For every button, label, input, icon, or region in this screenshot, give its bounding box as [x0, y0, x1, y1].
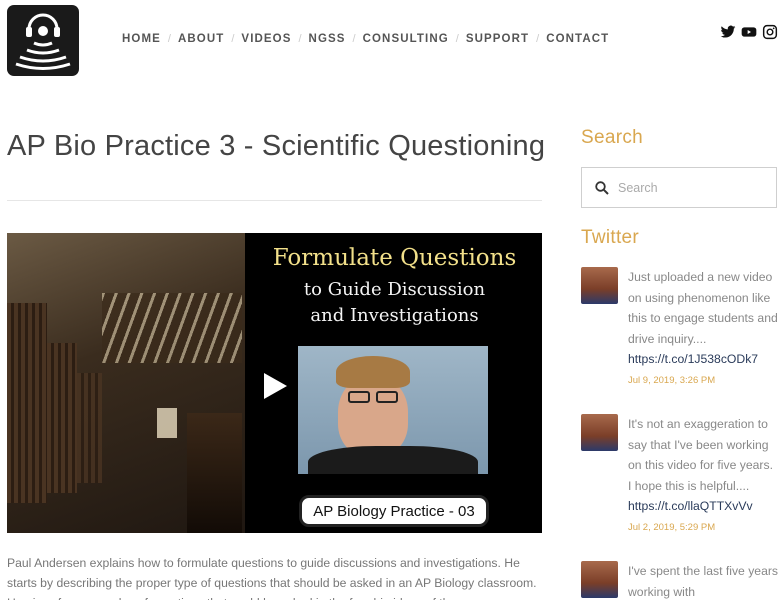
video-badge: AP Biology Practice - 03 — [299, 495, 489, 527]
tweet-text: Just uploaded a new video on using pheno… — [628, 270, 778, 346]
search-box — [581, 167, 777, 208]
video-heading-line-1: Formulate Questions — [272, 245, 517, 271]
avatar[interactable] — [581, 561, 618, 598]
nav-separator: / — [536, 33, 540, 45]
tweet-text: I've spent the last five years working w… — [628, 564, 778, 599]
tweet-link[interactable]: https://t.co/llaQTTXvVv — [628, 496, 778, 517]
twitter-icon[interactable] — [720, 24, 736, 40]
video-heading-line-2: to Guide Discussion — [303, 279, 486, 300]
nav-ngss[interactable]: NGSS — [309, 33, 346, 45]
site-logo[interactable] — [7, 5, 79, 76]
nav-support[interactable]: SUPPORT — [466, 33, 529, 45]
nav-separator: / — [167, 33, 171, 45]
nav-separator: / — [455, 33, 459, 45]
title-divider — [7, 200, 542, 201]
tweet-date[interactable]: Jul 2, 2019, 5:29 PM — [628, 517, 778, 539]
nav-consulting[interactable]: CONSULTING — [363, 33, 449, 45]
tweet-text: It's not an exaggeration to say that I'v… — [628, 417, 773, 493]
tweet-body: Just uploaded a new video on using pheno… — [628, 267, 778, 392]
nav-separator: / — [231, 33, 235, 45]
nav-separator: / — [352, 33, 356, 45]
search-input[interactable] — [618, 180, 768, 195]
avatar[interactable] — [581, 267, 618, 304]
avatar[interactable] — [581, 414, 618, 451]
tweet-body: I've spent the last five years working w… — [628, 561, 778, 600]
headphones-logo-icon — [15, 13, 71, 70]
video-heading-line-3: and Investigations — [310, 305, 479, 326]
youtube-icon[interactable] — [741, 24, 757, 40]
library-image — [7, 233, 245, 533]
nav-videos[interactable]: VIDEOS — [241, 33, 291, 45]
tweet-link[interactable]: https://t.co/1J538cODk7 — [628, 349, 778, 370]
instagram-icon[interactable] — [762, 24, 778, 40]
social-links — [720, 24, 778, 40]
tweet-date[interactable]: Jul 9, 2019, 3:26 PM — [628, 370, 778, 392]
nav-about[interactable]: ABOUT — [178, 33, 224, 45]
nav-separator: / — [298, 33, 302, 45]
play-icon[interactable] — [259, 370, 291, 402]
main-nav: HOME / ABOUT / VIDEOS / NGSS / CONSULTIN… — [122, 33, 609, 45]
video-player[interactable]: Formulate Questions to Guide Discussion … — [7, 233, 542, 533]
search-icon — [595, 180, 609, 195]
video-description: Paul Andersen explains how to formulate … — [7, 556, 537, 600]
nav-contact[interactable]: CONTACT — [546, 33, 609, 45]
nav-home[interactable]: HOME — [122, 33, 161, 45]
tweet-body: It's not an exaggeration to say that I'v… — [628, 414, 778, 539]
twitter-heading: Twitter — [581, 227, 640, 248]
search-heading: Search — [581, 127, 644, 148]
presenter-image — [298, 346, 488, 474]
video-heading-line-2-3: to Guide Discussion and Investigations — [252, 277, 537, 329]
page-title: AP Bio Practice 3 - Scientific Questioni… — [7, 130, 546, 162]
